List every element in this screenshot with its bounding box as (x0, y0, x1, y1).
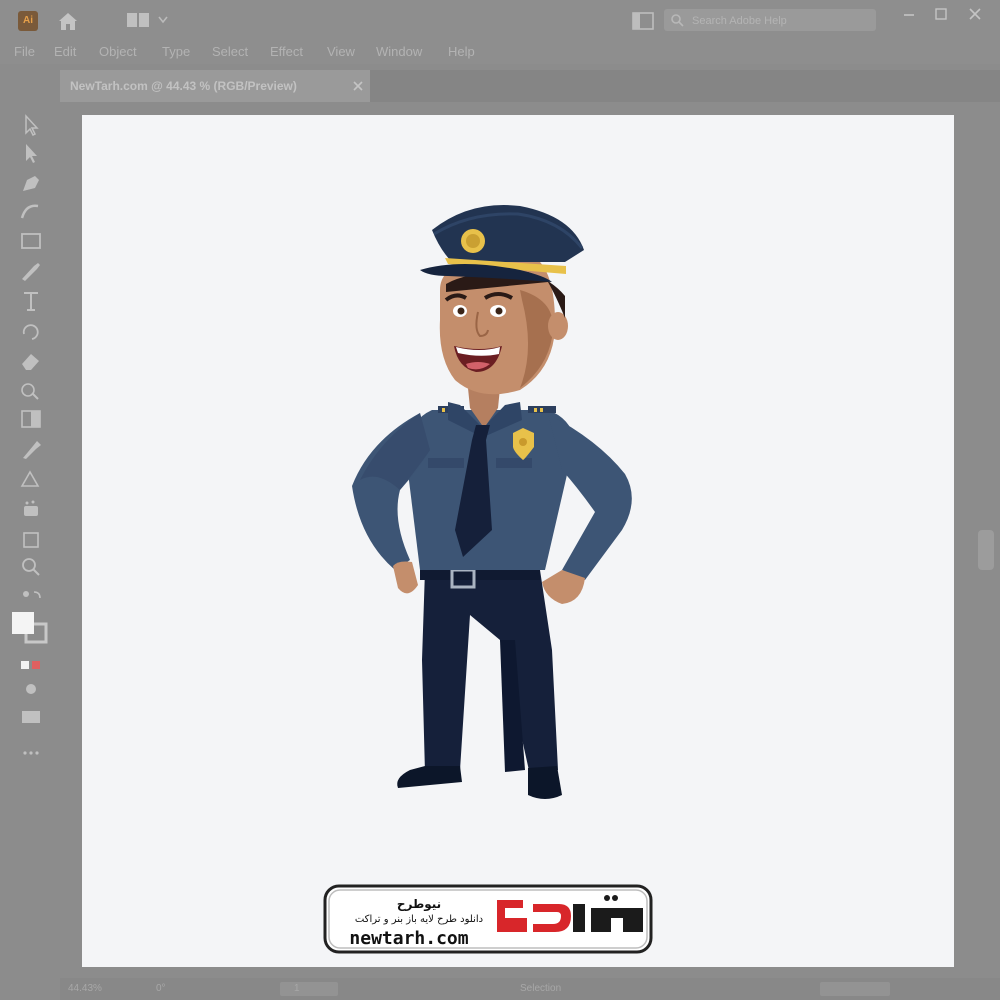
menu-select[interactable]: Select (212, 44, 248, 59)
status-bar: 44.43% 0° 1 Selection (60, 978, 1000, 1000)
swap-colors-icon[interactable] (18, 586, 44, 608)
newtarh-logo-icon: نیوطرح دانلود طرح لایه باز بنر و تراکت n… (323, 884, 653, 954)
gradient-tool-icon[interactable] (18, 408, 44, 430)
svg-text:دانلود طرح لایه باز بنر و تراک: دانلود طرح لایه باز بنر و تراکت (355, 914, 483, 925)
close-window-icon[interactable] (964, 6, 986, 22)
paintbrush-tool-icon[interactable] (18, 260, 44, 282)
menu-help[interactable]: Help (448, 44, 475, 59)
symbol-sprayer-icon[interactable] (18, 498, 44, 520)
restore-icon[interactable] (930, 6, 952, 22)
document-tab[interactable]: NewTarh.com @ 44.43 % (RGB/Preview) (60, 70, 370, 102)
shape-builder-icon[interactable] (18, 380, 44, 402)
eyedropper-tool-icon[interactable] (18, 438, 44, 460)
workspace-switcher-icon[interactable] (126, 12, 150, 28)
selection-tool-icon[interactable] (18, 114, 44, 136)
artboard[interactable]: نیوطرح دانلود طرح لایه باز بنر و تراکت n… (82, 115, 954, 967)
search-input[interactable] (690, 11, 874, 31)
eraser-tool-icon[interactable] (18, 350, 44, 372)
more-tools-icon[interactable] (18, 742, 44, 764)
color-mode-icon[interactable] (18, 654, 44, 676)
menu-edit[interactable]: Edit (54, 44, 76, 59)
minimize-icon[interactable] (898, 6, 920, 22)
rotation-angle[interactable]: 0° (156, 983, 166, 994)
close-tab-icon[interactable] (352, 80, 364, 92)
curvature-tool-icon[interactable] (18, 200, 44, 222)
current-tool-mode[interactable]: Selection (520, 983, 561, 994)
police-officer-illustration[interactable] (82, 115, 954, 967)
menu-bar: File Edit Object Type Select Effect View… (0, 40, 1000, 64)
rotate-tool-icon[interactable] (18, 320, 44, 342)
menu-type[interactable]: Type (162, 44, 190, 59)
direct-selection-tool-icon[interactable] (18, 142, 44, 164)
title-bar: Ai (0, 0, 1000, 40)
menu-window[interactable]: Window (376, 44, 422, 59)
pen-tool-icon[interactable] (18, 172, 44, 194)
svg-text:نیوطرح: نیوطرح (397, 897, 441, 912)
arrange-documents-icon[interactable] (632, 12, 654, 30)
tools-panel (0, 66, 60, 1000)
menu-view[interactable]: View (327, 44, 355, 59)
menu-object[interactable]: Object (99, 44, 137, 59)
search-icon (671, 14, 684, 27)
newtarh-watermark-logo: نیوطرح دانلود طرح لایه باز بنر و تراکت n… (323, 884, 653, 954)
zoom-tool-icon[interactable] (18, 556, 44, 578)
help-search-box[interactable] (664, 9, 876, 31)
app-logo-icon: Ai (18, 11, 38, 31)
screen-mode-icon[interactable] (18, 706, 44, 728)
rectangle-tool-icon[interactable] (18, 230, 44, 252)
menu-file[interactable]: File (14, 44, 35, 59)
document-tab-label: NewTarh.com @ 44.43 % (RGB/Preview) (70, 79, 297, 93)
blend-tool-icon[interactable] (18, 468, 44, 490)
chevron-down-icon[interactable] (158, 16, 168, 24)
draw-mode-icon[interactable] (18, 678, 44, 700)
fill-stroke-swatch-icon[interactable] (10, 610, 50, 644)
menu-effect[interactable]: Effect (270, 44, 303, 59)
zoom-level[interactable]: 44.43% (68, 983, 102, 994)
status-scroll-track[interactable] (820, 982, 890, 996)
document-tab-bar: NewTarh.com @ 44.43 % (RGB/Preview) (60, 70, 1000, 102)
svg-text:newtarh.com: newtarh.com (349, 928, 468, 949)
home-icon[interactable] (56, 10, 80, 32)
vertical-scrollbar[interactable] (978, 530, 994, 570)
artboard-tool-icon[interactable] (18, 528, 44, 550)
type-tool-icon[interactable] (18, 290, 44, 312)
artboard-number[interactable]: 1 (294, 983, 300, 994)
artboard-navigator[interactable] (280, 982, 338, 996)
